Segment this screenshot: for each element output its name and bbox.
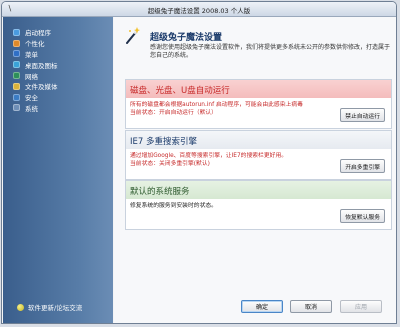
system-icon <box>13 104 20 112</box>
sidebar-item-label: 系统 <box>25 104 38 113</box>
security-icon <box>13 93 20 101</box>
sidebar-item-label: 个性化 <box>25 40 45 49</box>
panel-status: 当前状态：开启自动运行（默认） <box>130 109 217 116</box>
sidebar-item-desktop[interactable]: 桌面及图标 <box>13 59 58 70</box>
window-title: 超级兔子魔法设置 2008.03 个人版 <box>147 7 251 15</box>
sidebar-item-startup[interactable]: 启动程序 <box>13 27 58 38</box>
magic-wand-icon <box>126 27 140 44</box>
main-window: ∖ 超级兔子魔法设置 2008.03 个人版 启动程序 个性化 菜单 桌面及图标 <box>1 1 397 324</box>
sidebar: 启动程序 个性化 菜单 桌面及图标 网络 文件及媒体 安全 系统 软件更新/论坛… <box>3 17 113 323</box>
file-media-icon <box>13 82 20 90</box>
panel-title: 默认的系统服务 <box>130 187 190 197</box>
ie7-search-panel: IE7 多重搜索引擎 通过增加Google、百度等搜索引擎，让IE7的搜索栏更好… <box>125 130 392 180</box>
autorun-panel: 磁盘、光盘、U盘自动运行 所有的磁盘都会根据autorun.inf 启动程序，可… <box>125 79 392 129</box>
update-forum-link[interactable]: 软件更新/论坛交流 <box>17 302 82 312</box>
enable-multi-search-button[interactable]: 开启多重引擎 <box>340 159 385 173</box>
sidebar-item-system[interactable]: 系统 <box>13 103 58 114</box>
panel-header: 默认的系统服务 <box>126 181 391 199</box>
panel-header: IE7 多重搜索引擎 <box>126 131 391 149</box>
page-title: 超级兔子魔法设置 <box>150 33 223 43</box>
panel-header: 磁盘、光盘、U盘自动运行 <box>126 80 391 98</box>
panel-description: 修复系统的服务到安装时的状态。 <box>130 203 217 209</box>
page-description: 感谢您使用超级兔子魔法设置软件，我们将提供更多系统未公开的参数供你修改，打造属于… <box>150 44 391 59</box>
startup-icon <box>13 28 20 36</box>
content-area: 超级兔子魔法设置 感谢您使用超级兔子魔法设置软件，我们将提供更多系统未公开的参数… <box>114 17 396 323</box>
cancel-button[interactable]: 取消 <box>290 300 332 313</box>
sidebar-item-label: 桌面及图标 <box>25 61 58 70</box>
network-icon <box>13 72 20 80</box>
panel-title: 磁盘、光盘、U盘自动运行 <box>130 86 230 96</box>
system-services-panel: 默认的系统服务 修复系统的服务到安装时的状态。 恢复默认服务 <box>125 180 392 230</box>
panel-title: IE7 多重搜索引擎 <box>130 137 197 147</box>
desktop-icon <box>13 61 20 69</box>
apply-button[interactable]: 应用 <box>340 300 382 313</box>
ok-button[interactable]: 确定 <box>241 300 283 313</box>
personalize-icon <box>13 39 20 47</box>
sidebar-item-menu[interactable]: 菜单 <box>13 49 58 60</box>
sidebar-item-label: 菜单 <box>25 50 38 59</box>
sidebar-item-label: 网络 <box>25 72 38 81</box>
disable-autorun-button[interactable]: 禁止自动运行 <box>340 108 385 122</box>
sidebar-nav: 启动程序 个性化 菜单 桌面及图标 网络 文件及媒体 安全 系统 <box>13 27 58 113</box>
sidebar-item-file-media[interactable]: 文件及媒体 <box>13 81 58 92</box>
sidebar-item-security[interactable]: 安全 <box>13 92 58 103</box>
menu-icon <box>13 50 20 58</box>
sidebar-item-personalize[interactable]: 个性化 <box>13 38 58 49</box>
sidebar-item-label: 安全 <box>25 94 38 103</box>
title-bar[interactable]: ∖ 超级兔子魔法设置 2008.03 个人版 <box>2 2 396 17</box>
sidebar-item-label: 文件及媒体 <box>25 83 58 92</box>
panel-status: 当前状态：关闭多重引擎(默认) <box>130 160 210 167</box>
panel-description: 所有的磁盘都会根据autorun.inf 启动程序，可能会由此感染上病毒 <box>130 102 303 108</box>
panel-description: 通过增加Google、百度等搜索引擎，让IE7的搜索栏更好用。 <box>130 153 288 159</box>
sidebar-item-label: 启动程序 <box>25 29 51 38</box>
update-forum-label: 软件更新/论坛交流 <box>28 304 83 312</box>
sidebar-item-network[interactable]: 网络 <box>13 70 58 81</box>
update-icon <box>17 303 24 311</box>
restore-default-services-button[interactable]: 恢复默认服务 <box>340 209 385 223</box>
